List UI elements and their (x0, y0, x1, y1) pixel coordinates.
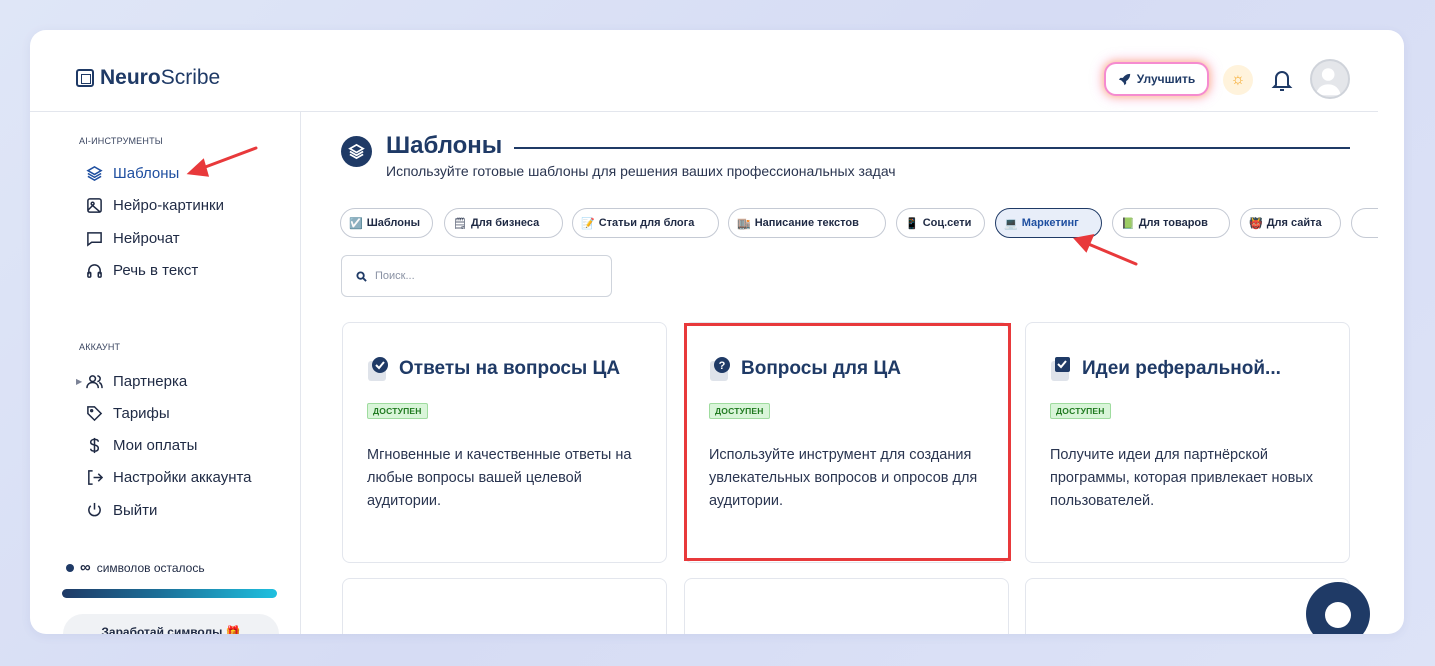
page-title: Шаблоны (386, 132, 503, 159)
user-silhouette-icon (1315, 68, 1341, 96)
rocket-icon (1118, 73, 1130, 85)
checkbox-icon (1051, 357, 1070, 381)
status-badge: ДОСТУПЕН (1050, 403, 1111, 419)
upgrade-label: Улучшить (1136, 72, 1196, 86)
chip-website[interactable]: 👹 Для сайта (1240, 208, 1341, 238)
template-card[interactable] (342, 578, 667, 634)
page-subtitle: Используйте готовые шаблоны для решения … (386, 163, 896, 179)
chip-label: Для товаров (1138, 217, 1208, 229)
theme-toggle-sun-icon[interactable]: ☼ (1223, 65, 1253, 95)
sidebar-item-label: Партнерка (113, 372, 188, 390)
phone-icon: 📱 (905, 217, 919, 230)
sidebar-item-speech-to-text[interactable]: Речь в текст (86, 259, 198, 281)
layers-icon (86, 165, 103, 181)
status-dot (66, 563, 74, 572)
sidebar-item-payments[interactable]: Мои оплаты (86, 434, 197, 456)
logo-text: NeuroScribe (100, 66, 221, 89)
chip-social[interactable]: 📱 Соц.сети (896, 208, 985, 238)
chip-more[interactable] (1351, 208, 1378, 238)
ogre-icon: 👹 (1249, 217, 1263, 230)
card-title: Ответы на вопросы ЦА (367, 356, 620, 382)
chip-label: Шаблоны (366, 217, 420, 229)
chip-label: Соц.сети (922, 217, 972, 229)
template-card[interactable]: Ответы на вопросы ЦА ДОСТУПЕН Мгновенные… (342, 322, 667, 563)
sidebar-item-label: Мои оплаты (113, 436, 198, 454)
sidebar-item-label: Нейрочат (113, 229, 180, 247)
chip-business[interactable]: 🗒 Для бизнеса (444, 208, 563, 238)
notepad-icon: 🗒 (453, 217, 467, 230)
bell-icon[interactable] (1270, 67, 1294, 93)
annotation-highlight-box (684, 323, 1011, 561)
template-card[interactable] (684, 578, 1009, 634)
chip-label: Написание текстов (754, 217, 859, 229)
category-chips: ☑️ Шаблоны 🗒 Для бизнеса 📝 Статьи для бл… (340, 208, 1378, 240)
sidebar-item-label: Настройки аккаунта (113, 468, 252, 486)
power-icon (88, 502, 101, 516)
sidebar-item-label: Тарифы (113, 404, 170, 422)
book-icon: 📗 (1121, 217, 1135, 230)
section-label-account: АККАУНТ (79, 342, 121, 352)
layers-icon (341, 136, 372, 167)
store-icon: 🏬 (737, 217, 751, 230)
logo[interactable]: NeuroScribe (76, 66, 220, 90)
sidebar-item-templates[interactable]: Шаблоны (86, 162, 179, 184)
search-icon (356, 270, 367, 282)
chip-label: Статьи для блога (598, 217, 695, 229)
image-icon (87, 197, 102, 213)
memo-icon: 📝 (581, 217, 595, 230)
expand-caret-icon[interactable]: ▶ (76, 377, 82, 386)
chat-widget-button[interactable] (1306, 582, 1370, 634)
search-placeholder: Поиск... (375, 270, 415, 282)
upgrade-button[interactable]: Улучшить (1106, 64, 1207, 94)
users-icon (86, 374, 103, 388)
top-header: NeuroScribe Улучшить ☼ (30, 30, 1378, 112)
counter-text: символов осталось (96, 560, 205, 575)
dollar-icon (89, 437, 100, 453)
exit-arrow-icon (88, 469, 103, 485)
card-description: Мгновенные и качественные ответы на любы… (367, 447, 632, 509)
checkbox-icon: ☑️ (349, 217, 363, 230)
sidebar-item-account-settings[interactable]: Настройки аккаунта (86, 466, 252, 488)
sidebar-item-label: Нейро-картинки (113, 196, 224, 214)
chip-label: Для бизнеса (470, 217, 540, 229)
card-description: Получите идеи для партнёрской программы,… (1050, 447, 1313, 509)
chip-marketing[interactable]: 💻 Маркетинг (995, 208, 1102, 238)
sidebar-item-neurochat[interactable]: Нейрочат (86, 227, 180, 249)
laptop-icon: 💻 (1004, 217, 1018, 230)
chat-icon (87, 231, 102, 247)
search-input[interactable]: Поиск... (341, 255, 612, 297)
symbols-counter: ∞ символов осталось (66, 559, 205, 576)
sidebar-item-label: Шаблоны (113, 164, 180, 182)
infinity-symbol: ∞ (80, 559, 91, 576)
template-card[interactable]: Идеи реферальной... ДОСТУПЕН Получите ид… (1025, 322, 1350, 563)
earn-symbols-button[interactable]: Заработай символы 🎁 (63, 614, 279, 634)
app-window: NeuroScribe Улучшить ☼ AI-ИНСТРУМЕНТЫ Ша… (30, 30, 1404, 634)
status-badge: ДОСТУПЕН (367, 403, 428, 419)
sidebar-item-partner[interactable]: Партнерка (86, 370, 187, 392)
check-badge-icon (368, 357, 388, 381)
logo-icon (76, 69, 94, 87)
template-card[interactable] (1025, 578, 1350, 634)
headphones-icon (87, 263, 102, 278)
sidebar-item-logout[interactable]: Выйти (86, 499, 157, 521)
chip-templates[interactable]: ☑️ Шаблоны (340, 208, 433, 238)
sidebar-item-label: Выйти (113, 501, 158, 519)
chip-label: Для сайта (1266, 217, 1322, 229)
symbols-progress-bar (62, 589, 277, 598)
sidebar-item-tariffs[interactable]: Тарифы (86, 402, 170, 424)
section-label-tools: AI-ИНСТРУМЕНТЫ (79, 136, 163, 146)
sidebar-item-neuro-images[interactable]: Нейро-картинки (86, 194, 224, 216)
chip-products[interactable]: 📗 Для товаров (1112, 208, 1230, 238)
sidebar-item-label: Речь в текст (113, 261, 199, 279)
title-divider (514, 147, 1350, 149)
sidebar: AI-ИНСТРУМЕНТЫ Шаблоны Нейро-картинки Не… (30, 112, 301, 634)
chip-label: Маркетинг (1021, 217, 1079, 229)
tag-icon (87, 405, 103, 421)
avatar[interactable] (1310, 59, 1350, 99)
chip-text-writing[interactable]: 🏬 Написание текстов (728, 208, 886, 238)
card-title: Идеи реферальной... (1050, 356, 1281, 382)
chip-blog-articles[interactable]: 📝 Статьи для блога (572, 208, 719, 238)
